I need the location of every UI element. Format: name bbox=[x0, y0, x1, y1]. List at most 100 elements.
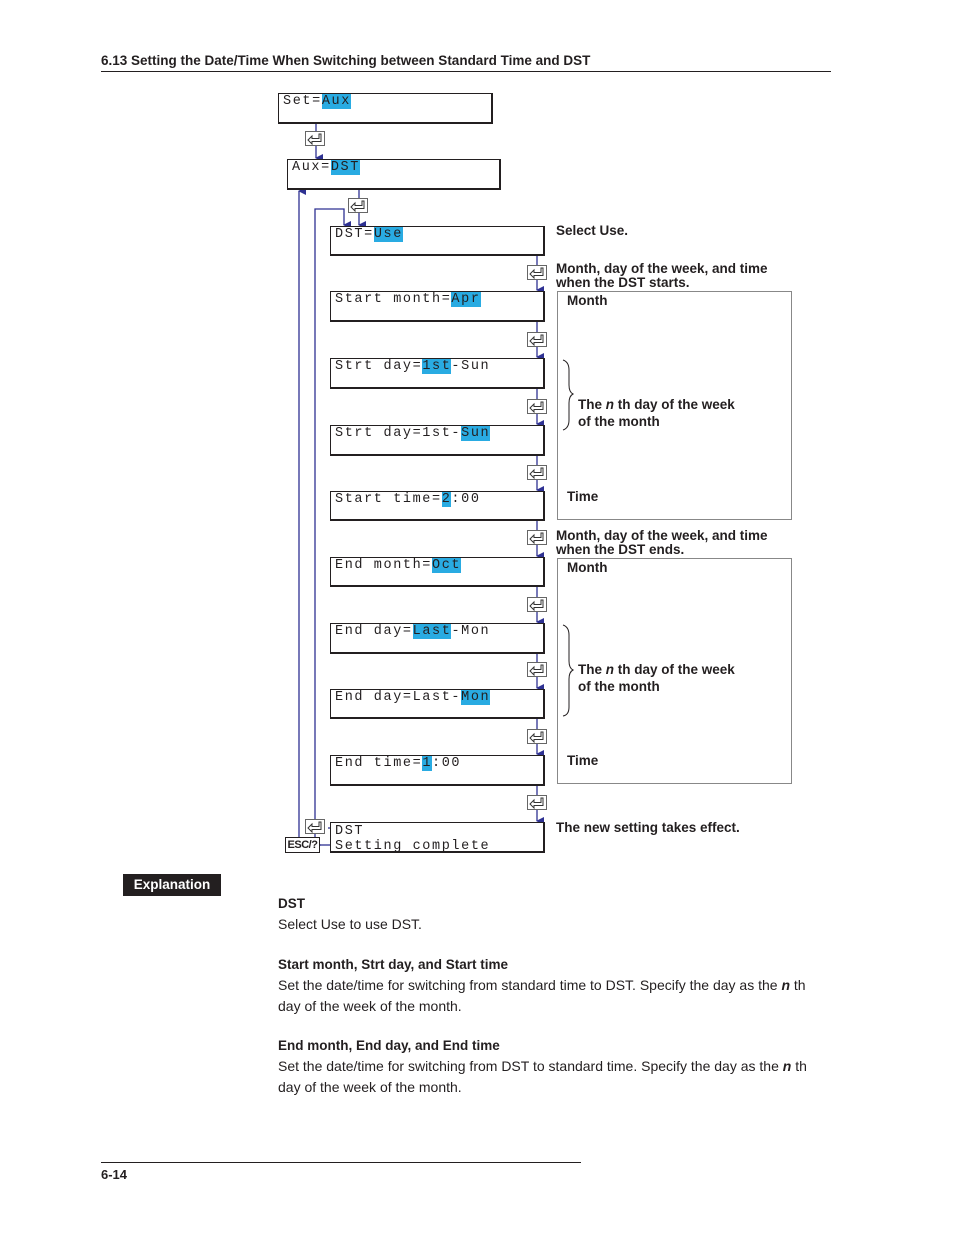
end-nth-label: The n th day of the week bbox=[578, 662, 735, 677]
enter-glyph bbox=[529, 664, 544, 676]
explanation-heading-end: End month, End day, and End time bbox=[278, 1038, 500, 1053]
lcd-screen-end-day-week: End day=Last-Mon bbox=[330, 689, 545, 719]
enter-key-icon bbox=[527, 597, 547, 612]
enter-glyph bbox=[529, 797, 544, 809]
explanation-text-dst: Select Use to use DST. bbox=[278, 916, 422, 932]
enter-glyph bbox=[529, 267, 544, 279]
lcd-text: -Mon bbox=[451, 624, 491, 639]
complete-line-1: DST bbox=[335, 824, 365, 839]
lcd-selected-value: Aux bbox=[321, 94, 351, 109]
lcd-screen-end-month: End month=Oct bbox=[330, 557, 545, 587]
lcd-screen-strt-day-nth: Strt day=1st-Sun bbox=[330, 358, 545, 389]
enter-key-icon bbox=[527, 530, 547, 545]
n-emphasis: n bbox=[781, 977, 791, 993]
note-end-heading-2: when the DST ends. bbox=[556, 542, 685, 557]
lcd-text: Start month= bbox=[335, 292, 452, 307]
enter-key-icon bbox=[527, 662, 547, 677]
note-start-heading-2: when the DST starts. bbox=[556, 275, 690, 290]
lcd-text: Start time= bbox=[335, 492, 442, 507]
lcd-screen-end-time: End time=1:00 bbox=[330, 755, 545, 786]
nth-n: n bbox=[605, 662, 615, 677]
enter-key-icon bbox=[527, 465, 547, 480]
lcd-text: :00 bbox=[451, 492, 481, 507]
text-segment: th bbox=[790, 977, 806, 993]
nth-suffix: th day of the week bbox=[614, 662, 735, 677]
end-nth-label-2: of the month bbox=[578, 679, 660, 694]
start-nth-label-2: of the month bbox=[578, 414, 660, 429]
page-number: 6-14 bbox=[101, 1167, 128, 1182]
lcd-selected-value: 1 bbox=[422, 756, 433, 771]
note-end-heading-1: Month, day of the week, and time bbox=[556, 528, 768, 543]
enter-key-icon bbox=[305, 131, 325, 146]
text-segment: Set the date/time for switching from DST… bbox=[278, 1058, 783, 1074]
lcd-selected-value: Apr bbox=[451, 292, 481, 307]
enter-key-icon bbox=[348, 198, 368, 213]
lcd-selected-value: 1st bbox=[422, 359, 452, 374]
explanation-text-start: Set the date/time for switching from sta… bbox=[278, 975, 818, 1017]
enter-glyph bbox=[350, 200, 365, 212]
lcd-text: Aux= bbox=[292, 160, 331, 175]
enter-glyph bbox=[529, 467, 544, 479]
text-segment: Set the date/time for switching from sta… bbox=[278, 977, 782, 993]
enter-glyph bbox=[529, 731, 544, 743]
text-segment: day of the week of the month. bbox=[278, 1079, 462, 1095]
end-time-label: Time bbox=[567, 753, 599, 768]
lcd-screen-end-day-nth: End day=Last-Mon bbox=[330, 623, 545, 654]
enter-key-icon bbox=[527, 795, 547, 810]
lcd-screen-strt-day-week: Strt day=1st-Sun bbox=[330, 425, 545, 456]
nth-n: n bbox=[605, 397, 615, 412]
nth-suffix: th day of the week bbox=[614, 397, 735, 412]
note-select-use: Select Use. bbox=[556, 223, 629, 238]
lcd-screen-start-time: Start time=2:00 bbox=[330, 491, 545, 521]
lcd-screen-set-aux: Set=Aux bbox=[278, 93, 493, 124]
lcd-text: End day= bbox=[335, 624, 413, 639]
enter-glyph bbox=[529, 532, 544, 544]
lcd-text: End day=Last- bbox=[335, 690, 462, 705]
explanation-heading-dst: DST bbox=[278, 896, 305, 911]
nth-prefix: The bbox=[578, 662, 606, 677]
complete-line-2: Setting complete bbox=[335, 839, 491, 854]
lcd-screen-complete: DST Setting complete bbox=[330, 822, 545, 854]
lcd-text: Strt day= bbox=[335, 359, 423, 374]
lcd-text: End time= bbox=[335, 756, 423, 771]
enter-glyph bbox=[529, 401, 544, 413]
lcd-selected-value: DST bbox=[330, 160, 360, 175]
enter-key-icon bbox=[527, 729, 547, 744]
lcd-text: :00 bbox=[432, 756, 462, 771]
text-segment: day of the week of the month. bbox=[278, 998, 462, 1014]
enter-key-icon bbox=[527, 399, 547, 414]
lcd-text: End month= bbox=[335, 558, 433, 573]
lcd-text: Set= bbox=[283, 94, 322, 109]
note-start-heading-1: Month, day of the week, and time bbox=[556, 261, 768, 276]
text-segment: th bbox=[791, 1058, 807, 1074]
lcd-selected-value: Last bbox=[412, 624, 452, 639]
lcd-text: Strt day=1st- bbox=[335, 426, 462, 441]
footer-rule bbox=[101, 1162, 581, 1163]
explanation-badge: Explanation bbox=[123, 874, 221, 896]
lcd-screen-start-month: Start month=Apr bbox=[330, 291, 545, 322]
enter-glyph bbox=[529, 334, 544, 346]
note-takes-effect: The new setting takes effect. bbox=[556, 820, 740, 835]
flow-loop-esc bbox=[298, 187, 321, 846]
lcd-selected-value: Sun bbox=[461, 426, 491, 441]
enter-key-icon bbox=[305, 819, 325, 834]
end-month-label: Month bbox=[567, 560, 608, 575]
esc-key-icon: ESC/? bbox=[285, 837, 320, 853]
lcd-selected-value: Use bbox=[373, 227, 403, 242]
lcd-screen-dst-use: DST=Use bbox=[330, 226, 545, 256]
lcd-selected-value: 2 bbox=[441, 492, 452, 507]
explanation-text-end: Set the date/time for switching from DST… bbox=[278, 1056, 818, 1098]
lcd-text: -Sun bbox=[451, 359, 491, 374]
enter-glyph bbox=[307, 133, 322, 145]
lcd-selected-value: Mon bbox=[461, 690, 491, 705]
start-nth-label: The n th day of the week bbox=[578, 397, 735, 412]
lcd-selected-value: Oct bbox=[432, 558, 462, 573]
explanation-heading-start: Start month, Strt day, and Start time bbox=[278, 957, 509, 972]
lcd-text: DST= bbox=[335, 227, 374, 242]
enter-glyph bbox=[307, 821, 322, 833]
enter-key-icon bbox=[527, 265, 547, 280]
lcd-screen-aux-dst: Aux=DST bbox=[287, 159, 501, 190]
start-time-label: Time bbox=[567, 489, 599, 504]
enter-glyph bbox=[529, 599, 544, 611]
nth-prefix: The bbox=[578, 397, 606, 412]
